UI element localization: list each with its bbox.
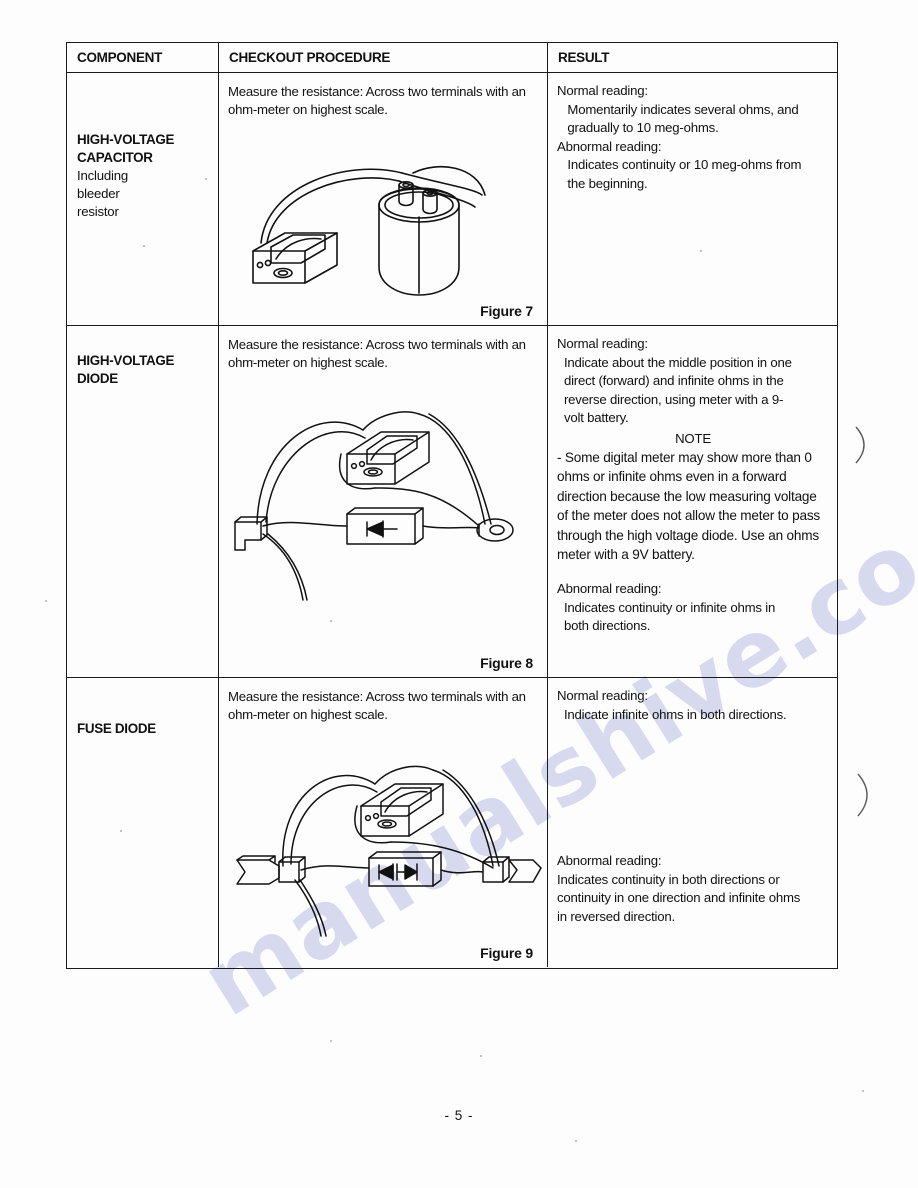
result-text-part1: Normal reading: Indicate about the middl… (557, 336, 792, 425)
component-title-line1: HIGH-VOLTAGE (77, 132, 175, 147)
table-row: FUSE DIODE Measure the resistance: Acros… (67, 678, 837, 967)
scan-speck (862, 1090, 864, 1092)
scan-speck (575, 1140, 577, 1142)
scan-speck (45, 600, 47, 602)
component-sub-line2: bleeder (77, 186, 120, 201)
result-cell-capacitor: Normal reading: Momentarily indicates se… (548, 73, 837, 325)
component-label-block: FUSE DIODE (67, 720, 218, 738)
page-number: - 5 - (444, 1108, 474, 1123)
checkout-procedure-table: COMPONENT CHECKOUT PROCEDURE RESULT HIGH… (66, 42, 838, 969)
table-row: HIGH-VOLTAGE CAPACITOR Including bleeder… (67, 73, 837, 326)
result-text-part2: Abnormal reading: Indicates continuity o… (557, 581, 776, 634)
component-title-line1: HIGH-VOLTAGE (77, 353, 175, 368)
table-row: HIGH-VOLTAGE DIODE Measure the resistanc… (67, 326, 837, 678)
header-label-component: COMPONENT (77, 50, 163, 65)
scan-speck (330, 1040, 332, 1042)
component-label-block: HIGH-VOLTAGE DIODE (67, 352, 218, 388)
capacitor-ohmmeter-diagram (252, 165, 486, 296)
procedure-cell-fuse-diode: Measure the resistance: Across two termi… (219, 678, 548, 967)
result-note-heading: NOTE (675, 430, 711, 446)
result-cell-hv-diode: Normal reading: Indicate about the middl… (548, 326, 837, 677)
header-cell-result: RESULT (548, 43, 837, 72)
header-label-procedure: CHECKOUT PROCEDURE (229, 50, 391, 65)
result-cell-fuse-diode: Normal reading: Indicate infinite ohms i… (548, 678, 837, 967)
component-label-block: HIGH-VOLTAGE CAPACITOR Including bleeder… (67, 131, 218, 221)
table-header-row: COMPONENT CHECKOUT PROCEDURE RESULT (67, 43, 837, 73)
scan-artifact-arcs (855, 426, 865, 464)
header-cell-component: COMPONENT (67, 43, 219, 72)
figure-label: Figure 9 (480, 945, 533, 961)
component-cell-fuse-diode: FUSE DIODE (67, 678, 219, 967)
procedure-cell-hv-diode: Measure the resistance: Across two termi… (219, 326, 548, 677)
result-text-part2: Abnormal reading: Indicates continuity i… (557, 853, 801, 924)
procedure-text: Measure the resistance: Across two termi… (228, 337, 526, 370)
fuse-diode-ohmmeter-diagram (236, 765, 542, 937)
procedure-cell-capacitor: Measure the resistance: Across two termi… (219, 73, 548, 325)
component-sub-line1: Including (77, 168, 128, 183)
figure-label: Figure 7 (480, 303, 533, 319)
component-title-line2: DIODE (77, 371, 118, 386)
procedure-text: Measure the resistance: Across two termi… (228, 689, 526, 722)
header-label-result: RESULT (558, 50, 610, 65)
component-cell-capacitor: HIGH-VOLTAGE CAPACITOR Including bleeder… (67, 73, 219, 325)
result-note-body: - Some digital meter may show more than … (557, 450, 824, 563)
scan-speck (480, 1055, 482, 1057)
result-text: Normal reading: Momentarily indicates se… (557, 83, 802, 191)
header-cell-procedure: CHECKOUT PROCEDURE (219, 43, 548, 72)
component-title-line1: FUSE DIODE (77, 721, 156, 736)
component-sub-line3: resistor (77, 204, 119, 219)
figure-label: Figure 8 (480, 655, 533, 671)
component-cell-hv-diode: HIGH-VOLTAGE DIODE (67, 326, 219, 677)
component-title-line2: CAPACITOR (77, 150, 153, 165)
high-voltage-diode-ohmmeter-diagram (234, 411, 514, 601)
procedure-text: Measure the resistance: Across two termi… (228, 84, 526, 117)
scan-artifact-arcs (857, 773, 868, 817)
result-text-part1: Normal reading: Indicate infinite ohms i… (557, 688, 787, 722)
